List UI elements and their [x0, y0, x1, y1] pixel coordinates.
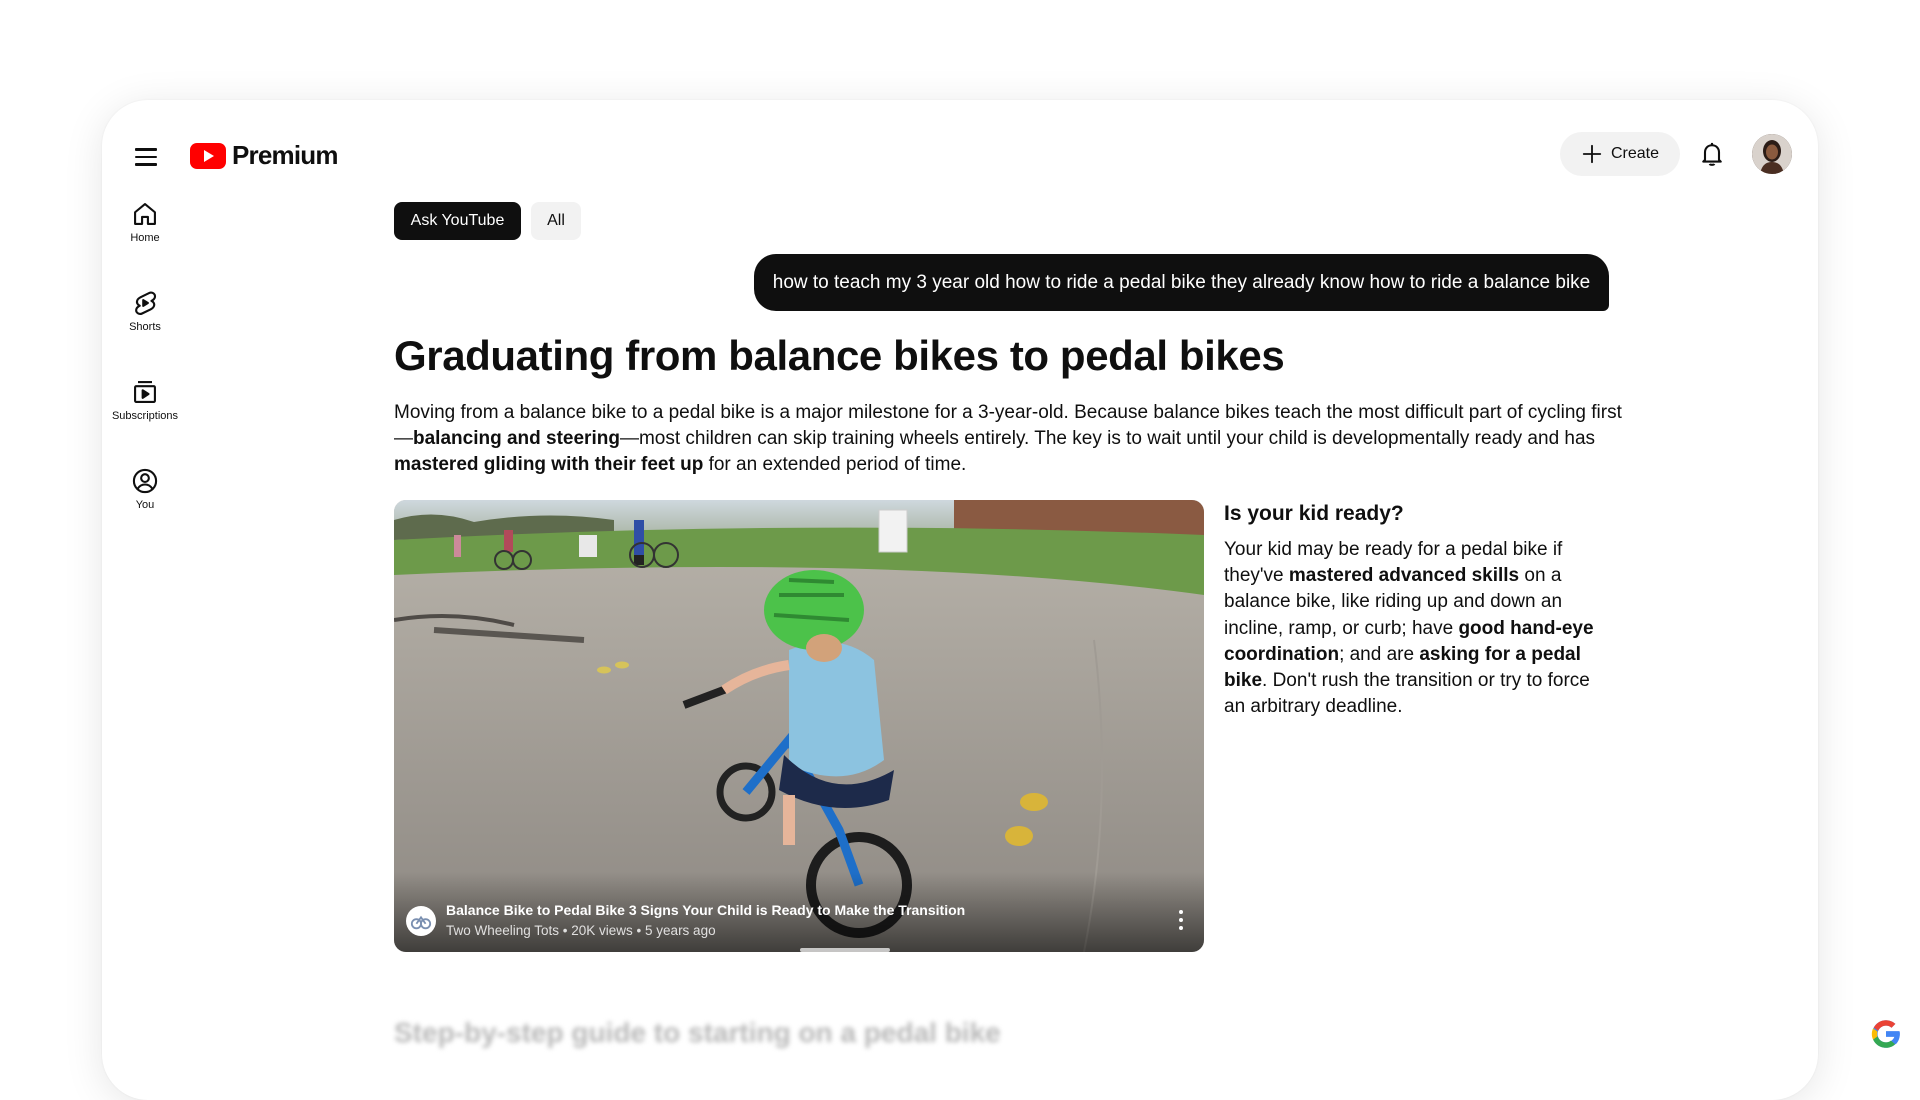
readiness-text: Your kid may be ready for a pedal bike i… [1224, 537, 1614, 720]
intro-text: —most children can skip training wheels … [619, 428, 1596, 449]
menu-icon[interactable] [132, 142, 162, 172]
bell-icon [1702, 142, 1722, 166]
google-logo-icon [1871, 1020, 1901, 1048]
create-button[interactable]: Create [1560, 132, 1680, 176]
intro-bold: mastered gliding with their feet up [394, 454, 704, 475]
account-circle-icon [132, 468, 158, 494]
video-title[interactable]: Balance Bike to Pedal Bike 3 Signs Your … [446, 902, 965, 918]
channel-avatar[interactable] [406, 906, 436, 936]
plus-icon [1582, 144, 1602, 164]
sidebar-item-label: You [135, 499, 155, 511]
video-meta: Two Wheeling Tots • 20K views • 5 years … [446, 923, 716, 938]
intro-text: for an extended period of time. [703, 454, 967, 475]
notifications-button[interactable] [1698, 140, 1726, 168]
shorts-icon [135, 291, 157, 315]
chip-ask-youtube[interactable]: Ask YouTube [394, 202, 521, 240]
avatar[interactable] [1752, 134, 1792, 174]
home-icon [134, 203, 156, 225]
sidebar-item-label: Shorts [129, 321, 161, 333]
brand-label: Premium [232, 140, 338, 170]
sidebar-item-shorts[interactable]: Shorts [102, 289, 188, 333]
avatar-image [1752, 134, 1792, 174]
next-section-heading: Step-by-step guide to starting on a peda… [394, 1017, 1001, 1048]
answer-title: Graduating from balance bikes to pedal b… [394, 332, 1285, 379]
sidebar-item-you[interactable]: You [102, 467, 188, 511]
readiness-text-part: . Don't rush the transition or try to fo… [1224, 670, 1590, 718]
user-query-bubble: how to teach my 3 year old how to ride a… [754, 254, 1609, 311]
readiness-heading: Is your kid ready? [1224, 502, 1404, 525]
youtube-premium-logo[interactable]: Premium [190, 140, 338, 171]
intro-bold: balancing and steering [413, 428, 620, 449]
subscriptions-icon [134, 381, 156, 403]
video-card[interactable]: Balance Bike to Pedal Bike 3 Signs Your … [394, 500, 1204, 952]
more-vert-icon[interactable] [1178, 910, 1184, 932]
sidebar-item-label: Home [130, 232, 160, 244]
sidebar-item-label: Subscriptions [111, 410, 179, 422]
video-progress-indicator [800, 948, 890, 952]
create-label: Create [1610, 145, 1660, 162]
youtube-logo-icon [190, 142, 226, 169]
channel-logo-icon [410, 915, 432, 930]
readiness-text-part: ; and are [1339, 643, 1420, 665]
answer-intro: Moving from a balance bike to a pedal bi… [394, 400, 1634, 478]
sidebar-item-subscriptions[interactable]: Subscriptions [102, 378, 188, 422]
sidebar-item-home[interactable]: Home [102, 200, 188, 244]
chip-all[interactable]: All [531, 202, 581, 240]
app-window: Premium Home Shorts Subscriptions You Cr… [102, 100, 1818, 1100]
readiness-bold: mastered advanced skills [1288, 565, 1520, 587]
